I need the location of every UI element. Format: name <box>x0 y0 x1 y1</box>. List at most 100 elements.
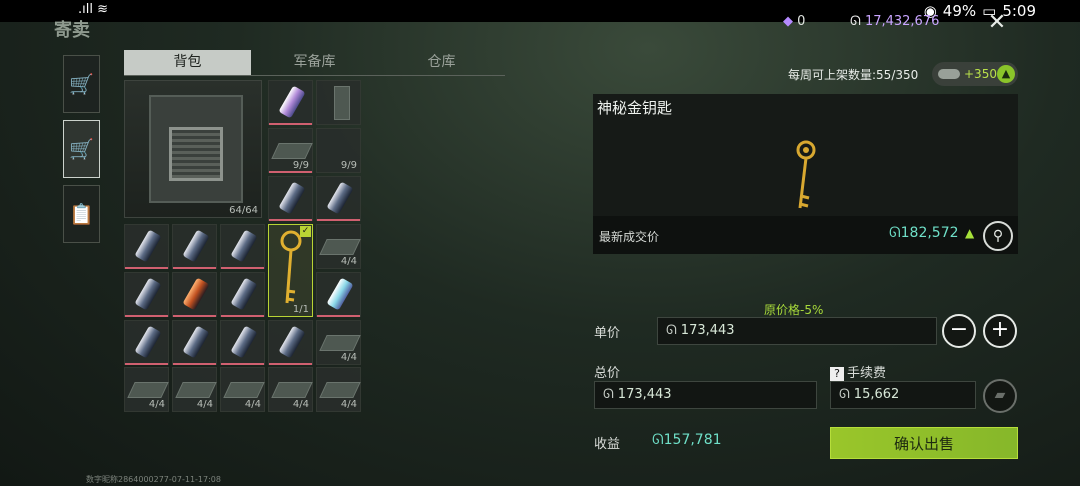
plate-icon <box>319 382 361 398</box>
signal-wifi-icon: .ıll ≋ <box>78 2 108 17</box>
diamond-balance: ◆ 0 <box>783 14 806 29</box>
status-right: ◉ 49% ▭ 5:09 <box>924 0 1036 22</box>
tab-warehouse[interactable]: 仓库 <box>378 50 505 75</box>
shopping-cart-icon: 🛒 <box>69 72 94 96</box>
profit-label: 收益 <box>594 437 621 452</box>
sell-cart-icon: 🛒 <box>69 137 94 161</box>
tab-armory[interactable]: 军备库 <box>251 50 378 75</box>
plus-icon: + <box>990 317 1010 342</box>
inventory-item[interactable]: 4/4 <box>316 224 361 269</box>
item-qty: 64/64 <box>229 205 258 216</box>
latest-price-bar: 最新成交价 ᘏ182,572 ▲ ⚲ <box>593 216 1018 254</box>
close-button[interactable]: ✕ <box>983 12 1011 34</box>
total-price-label: 总价 <box>594 366 621 381</box>
arrow-up-icon: ▲ <box>965 226 975 240</box>
canister-icon <box>278 85 306 119</box>
coin-icon: ᘏ <box>850 14 861 29</box>
weekly-expand-button[interactable]: +350 ▲ <box>932 62 1018 86</box>
inventory-tabs: 背包 军备库 仓库 <box>124 50 505 76</box>
item-name: 神秘金钥匙 <box>597 99 673 117</box>
plate-icon <box>334 86 350 120</box>
diamond-icon: ◆ <box>783 14 793 29</box>
inventory-item[interactable] <box>316 272 361 317</box>
weekly-limit: 每周可上架数量:55/350 <box>788 68 919 82</box>
latest-price-label: 最新成交价 <box>599 230 660 244</box>
inventory-item-golden-key-selected[interactable]: ✓ 1/1 <box>268 224 313 317</box>
latest-price: ᘏ182,572 <box>889 225 959 241</box>
search-icon: ⚲ <box>992 228 1004 244</box>
search-button[interactable]: ⚲ <box>983 221 1013 251</box>
records-tab[interactable]: 📋 <box>63 185 100 243</box>
canister-icon <box>182 325 210 359</box>
help-icon[interactable]: ? <box>830 367 844 381</box>
inventory-item[interactable] <box>124 320 169 365</box>
inventory-item[interactable]: 4/4 <box>220 367 265 412</box>
canister-icon <box>230 325 258 359</box>
ticket-icon <box>938 69 960 79</box>
inventory-item[interactable] <box>220 320 265 365</box>
plate-icon <box>271 382 313 398</box>
inventory-item[interactable] <box>172 320 217 365</box>
inventory-item[interactable] <box>220 272 265 317</box>
watermark-text: 数字昵称2864000277-07-11-17:08 <box>86 475 221 484</box>
unit-price-input[interactable]: ᘏ 173,443 <box>657 317 937 345</box>
golden-key-icon <box>796 140 816 209</box>
plate-icon <box>271 143 313 159</box>
profit-value: ᘏ157,781 <box>652 432 722 448</box>
inventory-item[interactable]: 4/4 <box>172 367 217 412</box>
close-icon: ✕ <box>987 10 1007 35</box>
arrow-up-icon: ▲ <box>997 65 1015 83</box>
coin-icon: ᘏ <box>652 432 664 448</box>
inventory-item-crate[interactable]: 64/64 <box>124 80 262 218</box>
page-title: 寄卖 <box>54 20 90 41</box>
inventory-item[interactable]: 4/4 <box>316 320 361 365</box>
discount-text: 原价格-5% <box>764 303 824 317</box>
inventory-item[interactable]: 4/4 <box>268 367 313 412</box>
inventory-item[interactable] <box>172 224 217 269</box>
inventory-item[interactable]: 4/4 <box>316 367 361 412</box>
coin-icon: ᘏ <box>889 225 901 241</box>
canister-icon <box>134 325 162 359</box>
inventory-item[interactable]: 9/9 <box>316 128 361 173</box>
canister-icon <box>134 229 162 263</box>
inventory-item[interactable]: 9/9 <box>268 128 313 173</box>
plate-icon <box>175 382 217 398</box>
battery-text: 49% <box>942 2 977 20</box>
minus-icon: − <box>949 317 969 342</box>
inventory-item[interactable] <box>268 320 313 365</box>
inventory-item[interactable] <box>316 176 361 221</box>
inventory-item[interactable] <box>268 80 313 125</box>
fee-field: ᘏ 15,662 <box>830 381 976 409</box>
coin-icon: ᘏ <box>839 387 850 402</box>
inventory-item[interactable] <box>172 272 217 317</box>
check-icon: ✓ <box>300 226 311 237</box>
item-qty: 1/1 <box>292 304 309 315</box>
inventory-item[interactable] <box>268 176 313 221</box>
inventory-item[interactable] <box>124 272 169 317</box>
canister-icon <box>326 277 354 311</box>
fee-ticket-button[interactable]: ▰ <box>983 379 1017 413</box>
tab-backpack[interactable]: 背包 <box>124 50 251 75</box>
coin-icon: ᘏ <box>603 387 614 402</box>
increase-button[interactable]: + <box>983 314 1017 348</box>
confirm-sell-button[interactable]: 确认出售 <box>830 427 1018 459</box>
canister-icon <box>326 181 354 215</box>
plate-icon <box>127 382 169 398</box>
total-price-field: ᘏ 173,443 <box>594 381 817 409</box>
inventory-item[interactable] <box>316 80 361 125</box>
decrease-button[interactable]: − <box>942 314 976 348</box>
canister-icon <box>230 229 258 263</box>
inventory-item[interactable]: 4/4 <box>124 367 169 412</box>
fee-label: ? 手续费 <box>830 362 886 381</box>
canister-icon <box>278 325 306 359</box>
inventory-item[interactable] <box>124 224 169 269</box>
canister-icon <box>182 277 210 311</box>
canister-icon <box>134 277 162 311</box>
item-preview: 神秘金钥匙 最新成交价 ᘏ182,572 ▲ ⚲ <box>593 94 1018 254</box>
inventory-item[interactable] <box>220 224 265 269</box>
canister-icon <box>182 229 210 263</box>
sell-tab[interactable]: 🛒 <box>63 120 100 178</box>
canister-icon <box>230 277 258 311</box>
golden-key-icon <box>280 230 302 304</box>
shop-tab[interactable]: 🛒 <box>63 55 100 113</box>
